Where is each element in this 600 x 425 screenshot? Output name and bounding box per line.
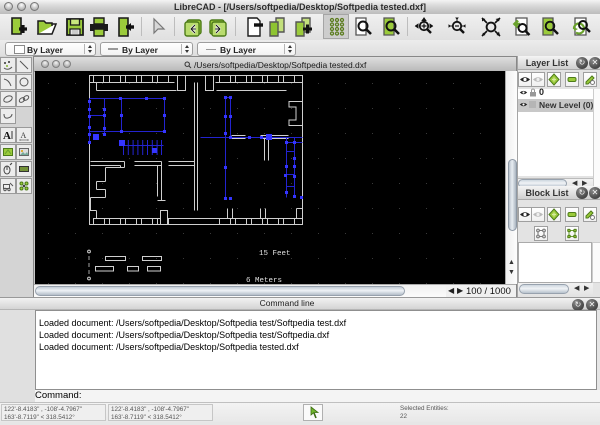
svg-text:6 Meters: 6 Meters xyxy=(246,277,282,284)
svg-text:A: A xyxy=(3,130,11,142)
svg-text:15 Feet: 15 Feet xyxy=(259,250,291,258)
svg-text:A: A xyxy=(21,131,27,140)
